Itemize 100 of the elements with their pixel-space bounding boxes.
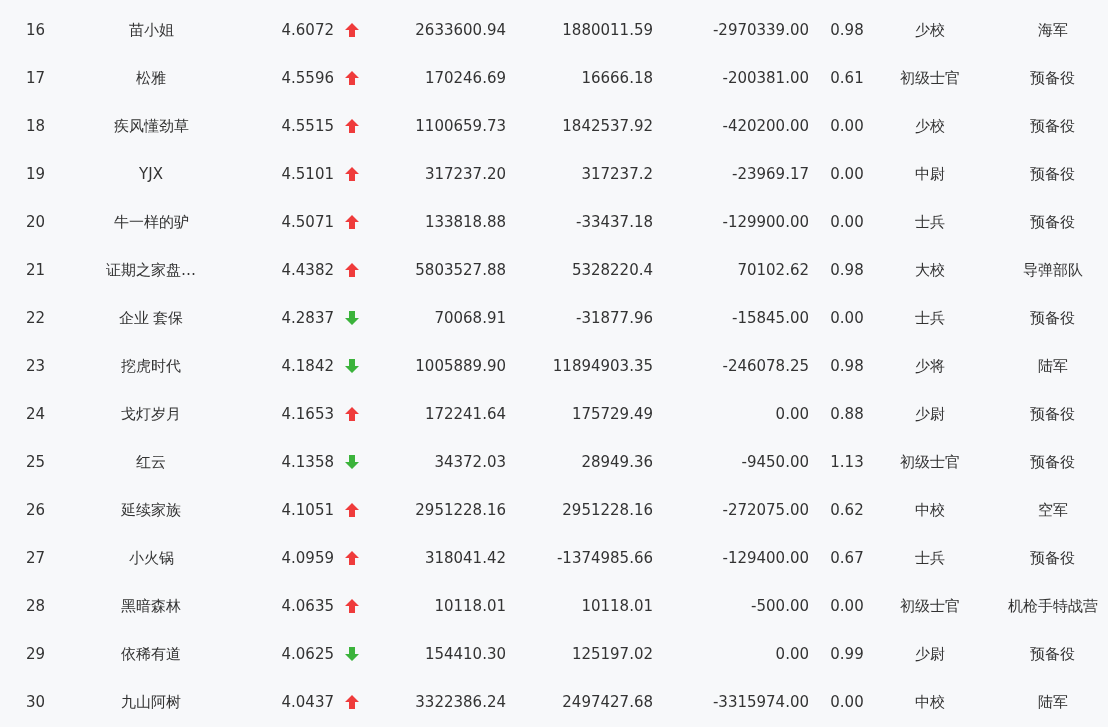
table-cell: 0.98 <box>830 357 864 375</box>
table-cell: -9450.00 <box>741 453 809 471</box>
table-cell: 70068.91 <box>434 309 506 327</box>
score-cell: 4.5596 <box>281 69 334 87</box>
table-cell: -246078.25 <box>722 357 809 375</box>
rank-cell-text: 16 <box>25 21 46 39</box>
name-cell: 九山阿树 <box>121 692 181 712</box>
name-cell: 小火锅 <box>128 548 174 568</box>
rank-cell-text: 29 <box>25 645 46 663</box>
score-cell: 4.1358 <box>281 453 334 471</box>
table-cell: 导弹部队 <box>1022 260 1083 280</box>
name-cell: 红云 <box>136 452 166 472</box>
table-cell: 少校 <box>915 116 945 136</box>
table-cell: 28949.36 <box>581 453 653 471</box>
rank-cell-text: 23 <box>25 357 46 375</box>
rank-cell-text: 22 <box>25 309 46 327</box>
table-cell: 133818.88 <box>424 213 506 231</box>
table-cell: 1100659.73 <box>415 117 506 135</box>
table-cell: 中校 <box>915 692 945 712</box>
table-cell: 125197.02 <box>571 645 653 663</box>
table-cell: 5328220.4 <box>571 261 653 279</box>
table-cell: 海军 <box>1037 20 1068 40</box>
table-cell: 2497427.68 <box>562 693 653 711</box>
table-cell: 陆军 <box>1037 692 1068 712</box>
table-cell: 175729.49 <box>571 405 653 423</box>
table-cell: 0.00 <box>830 165 864 183</box>
table-cell: 预备役 <box>1030 404 1075 424</box>
table-cell: 1005889.90 <box>415 357 506 375</box>
name-cell: 证期之家盘… <box>106 260 196 280</box>
table-cell: 172241.64 <box>424 405 506 423</box>
table-cell: 10118.01 <box>434 597 506 615</box>
table-cell: 初级士官 <box>900 452 960 472</box>
rank-cell-text: 20 <box>25 213 46 231</box>
table-cell: 70102.62 <box>737 261 809 279</box>
table-cell: 11894903.35 <box>552 357 653 375</box>
name-cell: 挖虎时代 <box>121 356 181 376</box>
table-cell: 154410.30 <box>424 645 506 663</box>
name-cell: 企业 套保 <box>118 308 184 328</box>
table-cell: -33437.18 <box>576 213 653 231</box>
name-cell: 黑暗森林 <box>121 596 181 616</box>
table-cell: 初级士官 <box>900 596 960 616</box>
name-cell: 牛一样的驴 <box>113 212 189 232</box>
table-cell: 少尉 <box>915 644 945 664</box>
table-cell: 预备役 <box>1030 452 1075 472</box>
name-cell: YJX <box>139 165 163 183</box>
name-cell: 松雅 <box>136 68 166 88</box>
score-cell: 4.1842 <box>281 357 334 375</box>
table-cell: 2951228.16 <box>562 501 653 519</box>
table-cell: 317237.20 <box>424 165 506 183</box>
rank-cell-text: 27 <box>25 549 46 567</box>
table-cell: -23969.17 <box>732 165 809 183</box>
table-cell: 中校 <box>915 500 945 520</box>
table-cell: 预备役 <box>1030 68 1075 88</box>
table-cell: 陆军 <box>1037 356 1068 376</box>
rank-cell-text: 21 <box>25 261 46 279</box>
table-cell: 0.98 <box>830 21 864 39</box>
score-cell: 4.0437 <box>281 693 334 711</box>
table-cell: 10118.01 <box>581 597 653 615</box>
table-cell: 0.00 <box>830 597 864 615</box>
table-cell: 1880011.59 <box>562 21 653 39</box>
table-cell: 预备役 <box>1030 548 1075 568</box>
table-cell: -1374985.66 <box>556 549 653 567</box>
rank-cell-text: 17 <box>25 69 46 87</box>
table-cell: 士兵 <box>915 308 945 328</box>
name-cell: 戈灯岁月 <box>121 404 181 424</box>
name-cell: 苗小姐 <box>128 20 174 40</box>
score-cell: 4.4382 <box>281 261 334 279</box>
rank-cell-text: 25 <box>25 453 46 471</box>
rank-cell-text: 18 <box>25 117 46 135</box>
table-cell: -129900.00 <box>722 213 809 231</box>
table-cell: 5803527.88 <box>415 261 506 279</box>
table-cell: 预备役 <box>1030 644 1075 664</box>
table-cell: 3322386.24 <box>415 693 506 711</box>
table-cell: 0.00 <box>775 645 809 663</box>
score-cell: 4.0635 <box>281 597 334 615</box>
table-cell: 0.62 <box>830 501 864 519</box>
table-cell: -2970339.00 <box>712 21 809 39</box>
table-cell: -31877.96 <box>576 309 653 327</box>
table-cell: 预备役 <box>1030 116 1075 136</box>
rank-cell-text: 28 <box>25 597 46 615</box>
table-cell: 34372.03 <box>434 453 506 471</box>
score-cell: 4.5071 <box>281 213 334 231</box>
rank-cell-text: 30 <box>25 693 46 711</box>
table-cell: 0.00 <box>830 117 864 135</box>
table-cell: -129400.00 <box>722 549 809 567</box>
name-cell: 依稀有道 <box>121 644 181 664</box>
table-cell: 预备役 <box>1030 164 1075 184</box>
rank-cell-text: 26 <box>25 501 46 519</box>
rank-cell-text: 19 <box>25 165 46 183</box>
table-cell: 士兵 <box>915 212 945 232</box>
table-cell: 0.61 <box>830 69 864 87</box>
rank-cell-text: 24 <box>25 405 46 423</box>
table-cell: 大校 <box>915 260 945 280</box>
table-cell: 1842537.92 <box>562 117 653 135</box>
table-cell: 170246.69 <box>424 69 506 87</box>
table-cell: 0.67 <box>830 549 864 567</box>
table-cell: -500.00 <box>751 597 809 615</box>
table-cell: -3315974.00 <box>712 693 809 711</box>
table-cell: 少将 <box>915 356 945 376</box>
table-cell: 0.00 <box>775 405 809 423</box>
